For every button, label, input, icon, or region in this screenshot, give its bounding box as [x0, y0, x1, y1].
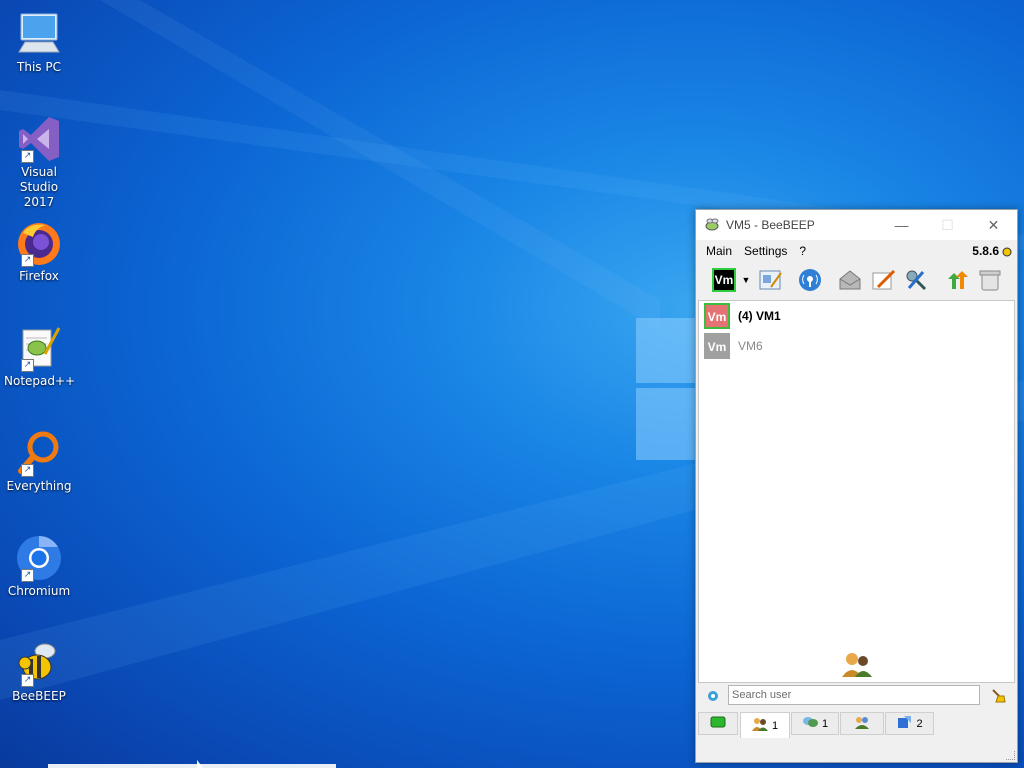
chromium-icon: ↗ [15, 534, 63, 582]
network-icon [710, 716, 726, 731]
windows-logo-pane [636, 318, 695, 383]
user-row-vm6[interactable]: Vm VM6 [699, 331, 1014, 361]
desktop-icon-label: Notepad++ [4, 374, 76, 388]
file-transfer-icon[interactable] [944, 267, 970, 293]
desktop-icon-label: Chromium [7, 584, 71, 598]
firefox-icon: ↗ [15, 219, 63, 267]
notepadpp-icon: ↗ [15, 324, 63, 372]
desktop-icon-notepadpp[interactable]: ↗ Notepad++ [4, 324, 76, 389]
mouse-cursor-icon [197, 760, 203, 768]
desktop-icon-this-pc[interactable]: This PC [4, 10, 74, 75]
shortcut-arrow-icon: ↗ [21, 359, 34, 372]
trash-icon[interactable] [977, 267, 1003, 293]
bee-icon: ↗ [15, 639, 63, 687]
users-watermark-icon [841, 651, 873, 680]
menu-bar: Main Settings ? 5.8.6 [696, 240, 1017, 262]
shortcut-arrow-icon: ↗ [21, 254, 34, 267]
desktop-icon-firefox[interactable]: ↗ Firefox [4, 219, 74, 284]
search-options-icon[interactable] [705, 688, 721, 707]
beebeep-window[interactable]: VM5 - BeeBEEP — ☐ ✕ Main Settings ? 5.8.… [695, 209, 1018, 763]
avatar: Vm [704, 333, 730, 359]
maximize-button[interactable]: ☐ [925, 210, 970, 240]
desktop-icon-label: Visual Studio 2017 [19, 165, 59, 209]
desktop-icon-label: Everything [6, 479, 72, 493]
avatar: Vm [704, 303, 730, 329]
groups-icon [854, 715, 870, 732]
tools-icon[interactable] [903, 267, 929, 293]
bee-app-icon [704, 218, 720, 232]
users-icon [751, 717, 768, 734]
desktop-icon-label: BeeBEEP [12, 689, 66, 703]
version-label: 5.8.6 [972, 244, 1013, 258]
computer-icon [15, 10, 63, 58]
tab-groups[interactable] [840, 712, 884, 735]
tab-users[interactable]: 1 [740, 712, 790, 738]
tab-network[interactable] [698, 712, 738, 735]
user-list[interactable]: Vm (4) VM1 Vm VM6 [698, 300, 1015, 683]
window-title: VM5 - BeeBEEP [726, 218, 815, 232]
everything-search-icon: ↗ [15, 429, 63, 477]
search-input[interactable] [728, 685, 980, 705]
user-row-vm1[interactable]: Vm (4) VM1 [699, 301, 1014, 331]
desktop-icon-label: Firefox [19, 269, 59, 283]
taskbar-edge [48, 764, 336, 768]
menu-settings[interactable]: Settings [738, 244, 793, 258]
desktop-icon-chromium[interactable]: ↗ Chromium [4, 534, 74, 599]
title-bar[interactable]: VM5 - BeeBEEP — ☐ ✕ [696, 210, 1017, 240]
network-broadcast-icon[interactable] [797, 267, 823, 293]
clear-search-icon[interactable] [990, 687, 1006, 706]
chevron-down-icon[interactable]: ▼ [740, 267, 752, 293]
shortcut-arrow-icon: ↗ [21, 150, 34, 163]
user-name: (4) VM1 [738, 309, 781, 323]
shortcut-arrow-icon: ↗ [21, 464, 34, 477]
windows-logo-pane [636, 388, 695, 460]
bottom-tabs: 1 1 2 [696, 712, 1017, 738]
tab-count: 1 [821, 717, 829, 730]
tab-count: 2 [916, 717, 923, 730]
chat-icon [802, 716, 818, 731]
desktop-icon-label: This PC [17, 60, 61, 74]
toolbar: Vm ▼ [696, 262, 1017, 298]
files-icon [896, 715, 912, 732]
tab-files[interactable]: 2 [885, 712, 934, 735]
minimize-button[interactable]: — [879, 210, 924, 240]
write-note-icon[interactable] [870, 267, 896, 293]
shortcut-arrow-icon: ↗ [21, 674, 34, 687]
desktop-icon-beebeep[interactable]: ↗ BeeBEEP [4, 639, 74, 704]
shortcut-arrow-icon: ↗ [21, 569, 34, 582]
visual-studio-icon: ↗ [15, 115, 63, 163]
search-bar [696, 684, 1017, 710]
resize-grip-icon[interactable] [1006, 751, 1015, 760]
desktop-icon-visual-studio[interactable]: ↗ Visual Studio 2017 [4, 115, 74, 210]
message-icon[interactable] [837, 267, 863, 293]
edit-profile-icon[interactable] [757, 267, 783, 293]
menu-main[interactable]: Main [700, 244, 738, 258]
tab-chats[interactable]: 1 [791, 712, 839, 735]
desktop-icon-everything[interactable]: ↗ Everything [4, 429, 74, 494]
version-text: 5.8.6 [972, 244, 999, 258]
user-name: VM6 [738, 339, 763, 353]
bee-version-icon [1001, 245, 1013, 257]
close-button[interactable]: ✕ [971, 210, 1016, 240]
menu-help[interactable]: ? [793, 244, 812, 258]
tab-count: 1 [771, 719, 779, 732]
status-avatar-button[interactable]: Vm [712, 268, 736, 292]
